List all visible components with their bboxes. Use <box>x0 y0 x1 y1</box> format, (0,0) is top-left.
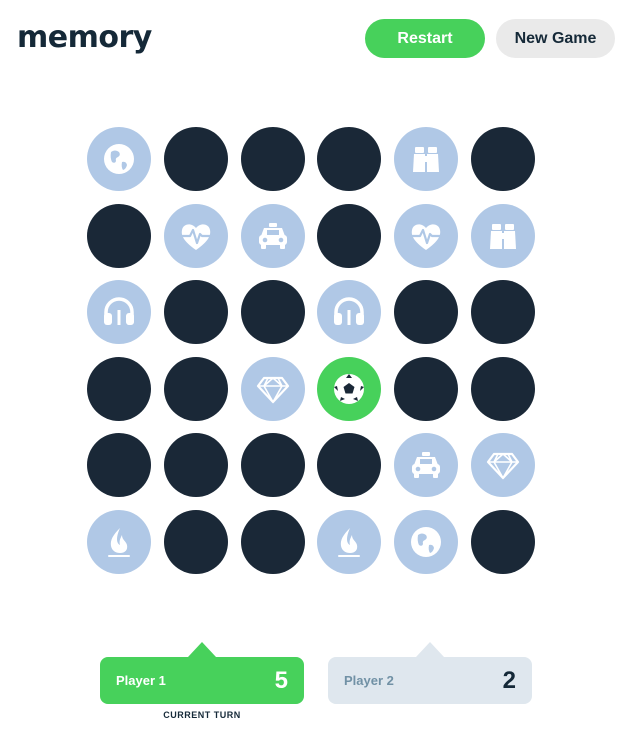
taxi-icon <box>258 222 287 249</box>
tile-hidden[interactable] <box>240 433 305 498</box>
active-turn-indicator <box>188 642 216 657</box>
tile-revealed-headphones[interactable] <box>317 280 382 345</box>
player-2-card: Player 2 2 <box>328 657 532 704</box>
tile-revealed-binoculars[interactable] <box>394 127 459 191</box>
tile-hidden[interactable] <box>163 127 228 191</box>
tile-hidden[interactable] <box>163 509 228 574</box>
headphones-icon <box>104 297 134 326</box>
tile-hidden[interactable] <box>470 509 535 574</box>
new-game-button[interactable]: New Game <box>496 19 615 58</box>
tile-hidden[interactable] <box>317 203 382 268</box>
player-name: Player 2 <box>344 673 394 688</box>
tile-hidden[interactable] <box>240 509 305 574</box>
tile-hidden[interactable] <box>87 433 151 498</box>
tile-revealed-gem[interactable] <box>240 356 305 421</box>
tile-hidden[interactable] <box>240 280 305 345</box>
tile-revealed-fire[interactable] <box>87 509 151 574</box>
tile-revealed-headphones[interactable] <box>87 280 151 345</box>
player-score: 2 <box>502 666 516 694</box>
binoculars-icon <box>413 147 440 172</box>
tile-revealed-taxi[interactable] <box>394 433 459 498</box>
tile-revealed-heartbeat[interactable] <box>163 203 228 268</box>
turn-indicator <box>416 642 444 657</box>
binoculars-icon <box>489 223 516 249</box>
tile-hidden[interactable] <box>163 280 228 345</box>
tile-revealed-globe[interactable] <box>87 127 151 191</box>
tile-hidden[interactable] <box>87 356 151 421</box>
tile-hidden[interactable] <box>163 356 228 421</box>
tile-hidden[interactable] <box>470 127 535 191</box>
tile-revealed-globe[interactable] <box>394 509 459 574</box>
tile-revealed-gem[interactable] <box>470 433 535 498</box>
current-turn-label: CURRENT TURN <box>163 710 241 720</box>
tile-hidden[interactable] <box>394 280 459 345</box>
app-logo: memory <box>17 20 152 55</box>
fire-icon <box>338 527 361 557</box>
tile-hidden[interactable] <box>163 433 228 498</box>
game-board <box>87 127 535 574</box>
gem-icon <box>486 453 520 481</box>
heartbeat-icon <box>181 223 211 250</box>
tile-revealed-taxi[interactable] <box>240 203 305 268</box>
tile-hidden[interactable] <box>394 356 459 421</box>
tile-hidden[interactable] <box>317 433 382 498</box>
player-score: 5 <box>274 666 288 694</box>
heartbeat-icon <box>411 223 441 250</box>
restart-button[interactable]: Restart <box>365 19 485 58</box>
soccer-ball-icon <box>334 373 365 404</box>
tile-hidden[interactable] <box>470 356 535 421</box>
tile-revealed-binoculars[interactable] <box>470 203 535 268</box>
tile-selected-soccer-ball[interactable] <box>317 356 382 421</box>
taxi-icon <box>412 452 441 479</box>
tile-hidden[interactable] <box>87 203 151 268</box>
fire-icon <box>108 527 130 557</box>
tile-hidden[interactable] <box>470 280 535 345</box>
globe-icon <box>104 144 134 174</box>
headphones-icon <box>334 297 365 326</box>
gem-icon <box>256 376 289 404</box>
player-name: Player 1 <box>116 673 166 688</box>
tile-hidden[interactable] <box>317 127 382 191</box>
tile-hidden[interactable] <box>240 127 305 191</box>
globe-icon <box>411 526 442 557</box>
player-1-card: Player 1 5 <box>100 657 304 704</box>
tile-revealed-heartbeat[interactable] <box>394 203 459 268</box>
tile-revealed-fire[interactable] <box>317 509 382 574</box>
